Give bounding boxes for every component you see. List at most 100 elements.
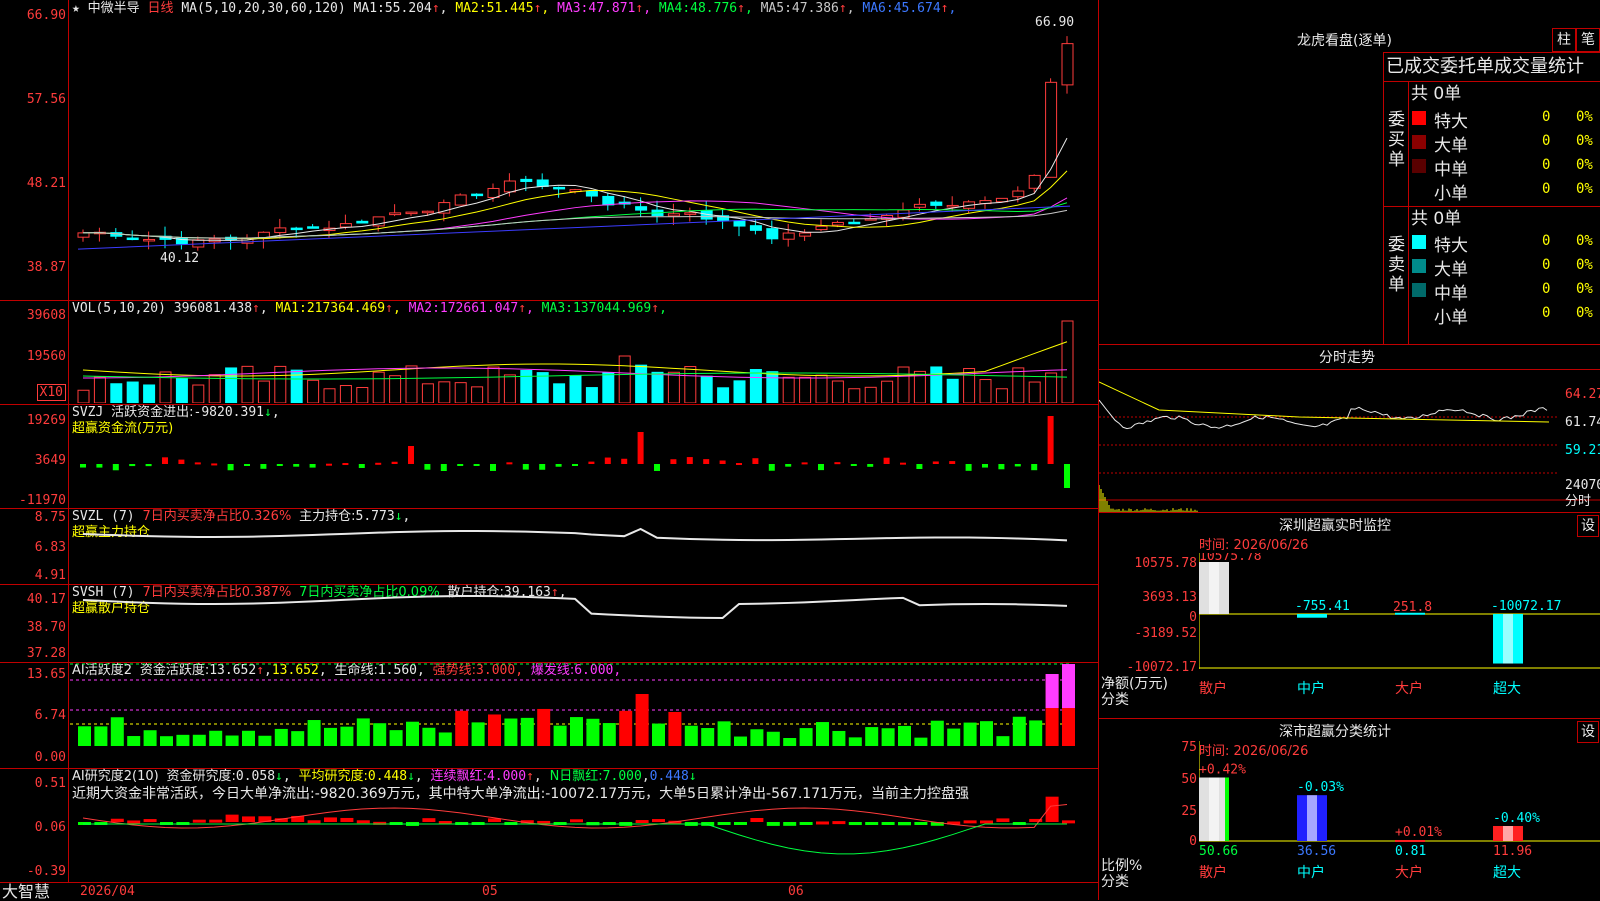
fund-bar: [276, 464, 283, 466]
activity-bar: [963, 722, 977, 746]
volume-bar: [356, 387, 369, 403]
fund-bar: [801, 462, 808, 465]
fund-bar: [391, 461, 398, 464]
volume-bar: [1045, 372, 1058, 403]
ytick: -0.39: [26, 864, 66, 879]
classify-delta: +0.42%: [1199, 763, 1246, 778]
fund-bar: [96, 464, 103, 468]
order-pct: 0%: [1576, 233, 1593, 249]
ytick: 66.90: [26, 8, 66, 23]
ai-activity-axis: 13.65 6.74 0.00: [0, 662, 69, 768]
fund-bar: [326, 463, 332, 466]
stock-name[interactable]: 中微半导: [88, 1, 140, 16]
kline-panel[interactable]: 66.90 57.56 48.21 38.87 ★ 中微半导 日线 MA(5,1…: [0, 0, 1098, 301]
candle: [339, 223, 352, 228]
period-label[interactable]: 日线: [148, 1, 174, 16]
volume-bar: [602, 372, 615, 403]
activity-bar: [848, 737, 862, 746]
volume-bar: [93, 376, 106, 403]
indicator-name: MA2:: [408, 301, 440, 316]
order-type: 小单: [1434, 308, 1468, 328]
volume-bar: [126, 381, 139, 403]
y-axis-label: 比例%: [1101, 858, 1143, 874]
classify-bar-edge: [1225, 777, 1229, 841]
svzj-panel[interactable]: 19269 3649 -11970 SVZJ 活跃资金进出:-9820.391↓…: [0, 404, 1098, 509]
indicator-item: MA4:48.776↑,: [658, 1, 761, 16]
sell-order-label: 委卖单: [1388, 235, 1405, 295]
monitor-bar-value: -10072.17: [1491, 599, 1561, 614]
color-swatch: [1412, 159, 1426, 173]
indicator-value: 47.871: [588, 1, 636, 16]
indicator-item: MA3:47.871↑,: [557, 1, 659, 16]
bar-mode-button[interactable]: 柱: [1552, 28, 1576, 52]
price-axis: 66.90 57.56 48.21 38.87: [0, 0, 69, 300]
volume-bar: [881, 380, 894, 403]
candle: [585, 190, 598, 197]
activity-bar: [356, 718, 370, 746]
date-tick: 05: [482, 884, 498, 899]
volume-axis: 39608 19560 X10: [0, 300, 69, 404]
candle: [503, 180, 516, 193]
research-bar: [734, 822, 747, 825]
brand-logo[interactable]: 大智慧: [2, 883, 50, 900]
classify-settings-button[interactable]: 设: [1577, 721, 1599, 743]
intraday-panel[interactable]: 分时走势 64.27 61.74 59.21 24070 分时: [1099, 344, 1600, 513]
fund-bar: [703, 459, 710, 464]
activity-bar: [242, 730, 255, 746]
svzj-bars: [80, 416, 1070, 488]
research-bar: [307, 820, 321, 824]
fund-bar: [358, 464, 365, 468]
volume-panel[interactable]: 39608 19560 X10 VOL(5,10,20) 396081.438↑…: [0, 300, 1098, 405]
candle: [831, 221, 844, 226]
candle: [77, 232, 90, 238]
fund-bar: [211, 463, 218, 466]
research-bar: [865, 822, 879, 825]
svzl-panel[interactable]: 8.75 6.83 4.91 SVZL (7) 7日内买卖净占比0.326% 主…: [0, 508, 1098, 585]
volume-bar: [520, 369, 533, 403]
activity-bar: [307, 720, 321, 746]
activity-bar: [537, 708, 551, 746]
indicator-value: 48.776: [690, 1, 738, 16]
classify-bar-highlight: [1209, 777, 1219, 841]
ai-activity-panel[interactable]: 13.65 6.74 0.00 AI活跃度2 资金活跃度:13.652↑,13.…: [0, 662, 1098, 769]
volume-bar: [569, 375, 582, 403]
fund-bar: [932, 461, 939, 464]
research-bar: [750, 818, 764, 822]
ytick: 19269: [26, 413, 66, 428]
classify-bar-chart: +0.42% 50.66 散户 -0.03% 36.56 中户 +0.01% 0.81 大户 -0…: [1199, 741, 1600, 881]
volume-bar: [225, 367, 238, 403]
ytick: 6.74: [34, 708, 66, 723]
research-bar: [963, 820, 977, 824]
research-bar: [799, 822, 813, 825]
order-count: 0: [1542, 181, 1551, 197]
activity-bar: [520, 717, 534, 746]
order-type: 大单: [1434, 260, 1468, 280]
svsh-panel[interactable]: 40.17 38.70 37.28 SVSH (7) 7日内买卖净占比0.387…: [0, 584, 1098, 663]
indicator-value: 51.445: [486, 1, 534, 16]
volume-bar: [651, 371, 664, 403]
favorite-star-icon[interactable]: ★: [72, 1, 80, 16]
up-arrow-icon: ↑: [431, 1, 440, 16]
ai-research-panel[interactable]: 0.51 0.06 -0.39 AI研究度2(10) 资金研究度:0.058↓,…: [0, 768, 1098, 883]
activity-bar: [914, 737, 928, 746]
volume-bar: [372, 371, 385, 403]
activity-bar: [373, 723, 387, 746]
sz-monitor-panel[interactable]: 深圳超赢实时监控 设 时间: 2026/06/26 10575.78 3693.…: [1099, 512, 1600, 719]
monitor-settings-button[interactable]: 设: [1577, 515, 1599, 537]
candle: [487, 187, 500, 198]
color-swatch: [1412, 111, 1426, 125]
sz-classify-panel[interactable]: 深市超赢分类统计 设 时间: 2026/06/26 75 50 25 0 比例%…: [1099, 718, 1600, 901]
intraday-volume: 24070: [1565, 478, 1600, 493]
svzl-axis: 8.75 6.83 4.91: [0, 508, 69, 584]
volume-bar: [421, 383, 434, 403]
tick-mode-button[interactable]: 笔: [1576, 28, 1600, 52]
lhb-table: 已成交委托单成交量统计 委买单 共 0单 特大 0 0% 大单 0 0% 中单 0 0% 小单 0 0…: [1383, 52, 1600, 345]
date-tick: 2026/04: [80, 884, 135, 899]
activity-bar: [553, 725, 567, 746]
ma-label: MA(5,10,20,30,60,120): [181, 1, 346, 16]
activity-bar: [881, 728, 895, 746]
activity-bar: [717, 721, 731, 746]
intraday-mid: 61.74: [1565, 415, 1600, 430]
activity-bar: [422, 727, 436, 746]
fund-bar: [785, 464, 792, 467]
